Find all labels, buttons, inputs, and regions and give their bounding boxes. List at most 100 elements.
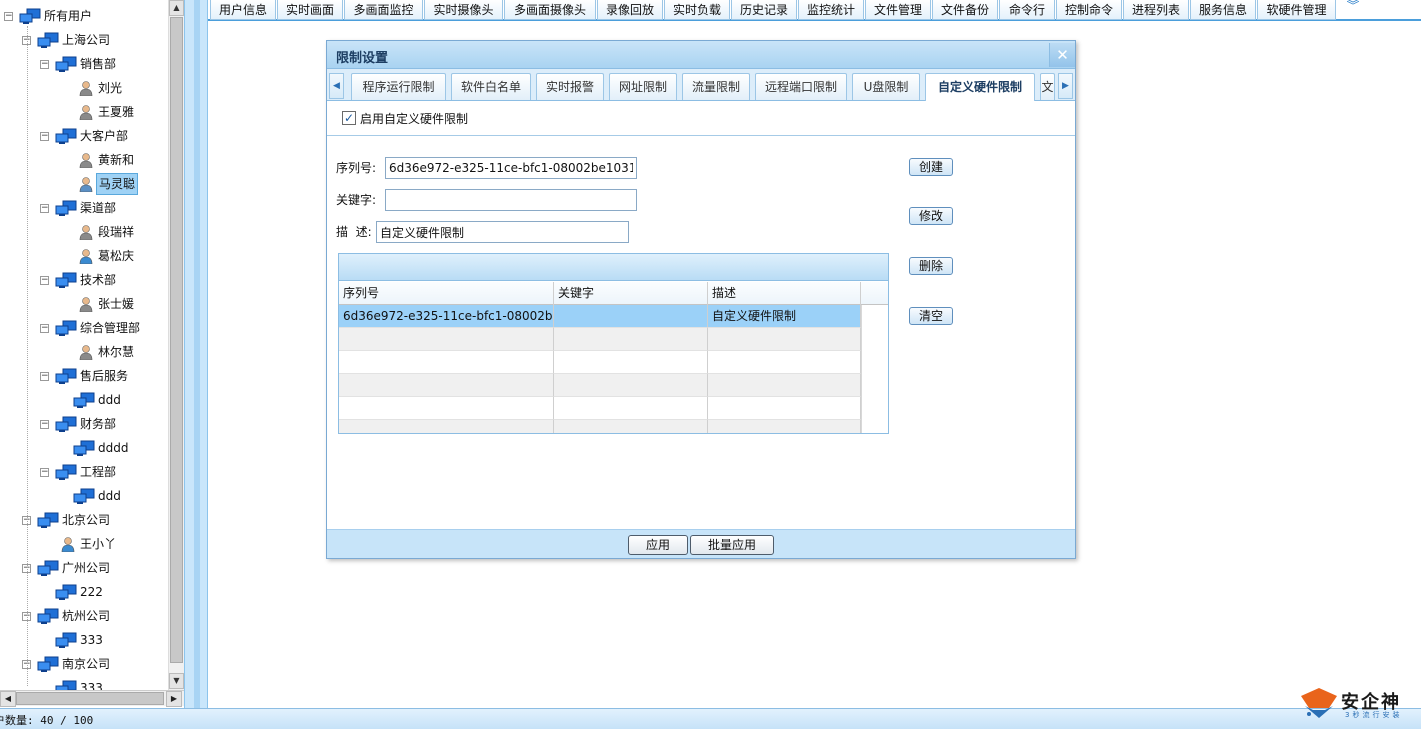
tree-node-label[interactable]: 333 [78,629,105,651]
scroll-thumb[interactable] [170,17,183,663]
tree-node-label[interactable]: 马灵聪 [96,173,139,195]
tree-node-label[interactable]: ddd [96,485,123,507]
collapse-toggle-icon[interactable]: − [4,12,13,21]
tree-node-label[interactable]: 北京公司 [60,509,112,531]
collapse-toggle-icon[interactable]: − [40,324,49,333]
scroll-right-arrow-icon[interactable]: ▶ [166,691,182,707]
tree-group-node[interactable]: − 综合管理部 [0,317,168,339]
tree-node-label[interactable]: 333 [78,677,105,690]
top-tab-10[interactable]: 文件备份 [932,0,998,20]
tree-node-label[interactable]: 杭州公司 [60,605,112,627]
keyword-input[interactable] [385,189,637,211]
dialog-tab-0[interactable]: 程序运行限制 [351,73,446,100]
tree-node-label[interactable]: 南京公司 [60,653,112,675]
tree-user-node[interactable]: 黄新和 [0,149,168,171]
enable-checkbox[interactable]: ✓ [342,111,356,125]
tree-node-label[interactable]: 222 [78,581,105,603]
description-input[interactable] [376,221,629,243]
top-tab-15[interactable]: 软硬件管理 [1257,0,1336,20]
apply-button[interactable]: 应用 [628,535,688,555]
top-tab-7[interactable]: 历史记录 [731,0,797,20]
tree-node-label[interactable]: 大客户部 [78,125,130,147]
tree-node-label[interactable]: 刘光 [96,77,124,99]
tree-node-label[interactable]: 销售部 [78,53,118,75]
clear-button[interactable]: 清空 [909,307,953,325]
serial-input[interactable] [385,157,637,179]
table-row[interactable] [339,351,861,374]
top-tab-0[interactable]: 用户信息 [210,0,276,20]
tree-group-node[interactable]: − 北京公司 [0,509,168,531]
batch-apply-button[interactable]: 批量应用 [690,535,774,555]
collapse-toggle-icon[interactable]: − [40,420,49,429]
tree-group-node[interactable]: − 广州公司 [0,557,168,579]
dialog-tab-3[interactable]: 网址限制 [609,73,677,100]
tree-node-label[interactable]: 技术部 [78,269,118,291]
user-tree[interactable]: − 所有用户 − 上海公司 − 销售部 刘光 王夏雅 − 大客户部 黄新和 马灵聪 − 渠道部 段瑞祥 葛松庆… [0,0,168,690]
tree-horizontal-scrollbar[interactable]: ◀ ▶ [0,690,184,707]
top-tab-1[interactable]: 实时画面 [277,0,343,20]
table-row[interactable]: 6d36e972-e325-11ce-bfc1-08002be10318 自定义硬… [339,305,861,328]
tree-user-node[interactable]: 段瑞祥 [0,221,168,243]
tree-node-label[interactable]: 葛松庆 [96,245,136,267]
tree-group-node[interactable]: − 工程部 [0,461,168,483]
tree-node-label[interactable]: 上海公司 [60,29,112,51]
tree-user-node[interactable]: 王小丫 [0,533,168,555]
tree-node-label[interactable]: 财务部 [78,413,118,435]
tree-node-label[interactable]: 段瑞祥 [96,221,136,243]
hscroll-thumb[interactable] [16,692,164,705]
tree-user-node[interactable]: 张士媛 [0,293,168,315]
tree-user-node[interactable]: 马灵聪 [0,173,168,195]
collapse-toggle-icon[interactable]: − [40,468,49,477]
tab-scroll-left-icon[interactable]: ◀ [329,73,344,99]
create-button[interactable]: 创建 [909,158,953,176]
scroll-down-arrow-icon[interactable]: ▼ [169,673,184,689]
tree-user-node[interactable]: 刘光 [0,77,168,99]
dialog-tab-1[interactable]: 软件白名单 [451,73,531,100]
tree-group-node[interactable]: dddd [0,437,168,459]
tree-node-label[interactable]: 黄新和 [96,149,136,171]
tree-node-label[interactable]: dddd [96,437,130,459]
tree-group-node[interactable]: − 上海公司 [0,29,168,51]
tree-group-node[interactable]: 222 [0,581,168,603]
top-tab-4[interactable]: 多画面摄像头 [504,0,596,20]
tree-node-label[interactable]: 所有用户 [42,5,94,27]
tab-scroll-right-icon[interactable]: ▶ [1058,73,1073,99]
dialog-tab-5[interactable]: 远程端口限制 [755,73,847,100]
tree-group-node[interactable]: ddd [0,485,168,507]
collapse-toggle-icon[interactable]: − [40,60,49,69]
scroll-left-arrow-icon[interactable]: ◀ [0,691,16,707]
top-tab-14[interactable]: 服务信息 [1190,0,1256,20]
tree-vertical-scrollbar[interactable]: ▲ ▼ [168,0,184,690]
column-header-keyword[interactable]: 关键字 [554,282,708,305]
tree-user-node[interactable]: 王夏雅 [0,101,168,123]
collapse-toggle-icon[interactable]: − [40,132,49,141]
collapse-toggle-icon[interactable]: − [40,204,49,213]
top-tab-5[interactable]: 录像回放 [597,0,663,20]
tree-node-label[interactable]: 林尔慧 [96,341,136,363]
tree-node-label[interactable]: 综合管理部 [78,317,142,339]
dialog-tab-2[interactable]: 实时报警 [536,73,604,100]
dialog-tab-4[interactable]: 流量限制 [682,73,750,100]
top-tab-3[interactable]: 实时摄像头 [424,0,503,20]
tree-node-label[interactable]: 售后服务 [78,365,130,387]
top-tab-11[interactable]: 命令行 [999,0,1055,20]
table-row[interactable] [339,420,861,433]
tree-node-label[interactable]: 工程部 [78,461,118,483]
tree-user-node[interactable]: 葛松庆 [0,245,168,267]
collapse-toggle-icon[interactable]: − [40,276,49,285]
scroll-up-arrow-icon[interactable]: ▲ [169,0,184,16]
top-tab-13[interactable]: 进程列表 [1123,0,1189,20]
top-tab-9[interactable]: 文件管理 [865,0,931,20]
tree-group-node[interactable]: 333 [0,629,168,651]
delete-button[interactable]: 删除 [909,257,953,275]
tree-group-node[interactable]: − 技术部 [0,269,168,291]
tree-group-node[interactable]: − 财务部 [0,413,168,435]
collapse-toggle-icon[interactable]: − [40,372,49,381]
tree-node-label[interactable]: 张士媛 [96,293,136,315]
tree-group-node[interactable]: 333 [0,677,168,690]
tree-group-node[interactable]: − 销售部 [0,53,168,75]
top-tab-6[interactable]: 实时负载 [664,0,730,20]
tree-group-node[interactable]: − 售后服务 [0,365,168,387]
tree-group-node[interactable]: − 所有用户 [0,5,168,27]
top-tab-2[interactable]: 多画面监控 [344,0,423,20]
